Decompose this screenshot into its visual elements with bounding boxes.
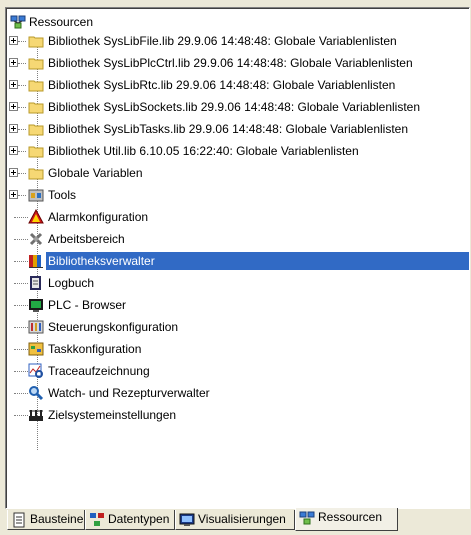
tree-item-zielsystemeinstellungen[interactable]: Zielsystemeinstellungen bbox=[6, 404, 469, 426]
tree-item-label: Zielsystemeinstellungen bbox=[48, 408, 177, 422]
folder-icon bbox=[28, 99, 44, 115]
tab-visualisierungen[interactable]: Visualisierungen bbox=[175, 510, 295, 530]
folder-icon bbox=[28, 77, 44, 93]
trace-icon bbox=[28, 363, 44, 379]
watch-magnifier-icon bbox=[28, 385, 44, 401]
folder-icon bbox=[28, 121, 44, 137]
task-config-icon bbox=[28, 341, 44, 357]
resources-tree[interactable]: Ressourcen Bibliothek SysLibFile.lib 29.… bbox=[5, 7, 470, 509]
alarm-icon bbox=[28, 208, 44, 225]
tree-item-label: Steuerungskonfiguration bbox=[48, 320, 179, 334]
tree-item-label: Bibliotheksverwalter bbox=[46, 252, 157, 270]
tree-item-label: Bibliothek SysLibRtc.lib 29.9.06 14:48:4… bbox=[48, 78, 396, 92]
resources-icon bbox=[10, 14, 26, 30]
pou-icon bbox=[11, 512, 27, 528]
tree-item-globale-variablen[interactable]: Globale Variablen bbox=[6, 162, 469, 184]
tree-item-label: Bibliothek SysLibSockets.lib 29.9.06 14:… bbox=[48, 100, 421, 114]
tree-item-label: Tools bbox=[48, 188, 77, 202]
tree-item-syslibrtc[interactable]: Bibliothek SysLibRtc.lib 29.9.06 14:48:4… bbox=[6, 74, 469, 96]
tree-item-util[interactable]: Bibliothek Util.lib 6.10.05 16:22:40: Gl… bbox=[6, 140, 469, 162]
expand-icon[interactable] bbox=[9, 168, 18, 177]
expand-icon[interactable] bbox=[9, 58, 18, 67]
tree-item-taskkonfiguration[interactable]: Taskkonfiguration bbox=[6, 338, 469, 360]
tools-icon bbox=[28, 187, 44, 203]
tree-item-label: Globale Variablen bbox=[48, 166, 143, 180]
tree-item-label: Alarmkonfiguration bbox=[48, 210, 149, 224]
tab-label: Visualisierungen bbox=[198, 512, 286, 526]
folder-icon bbox=[28, 165, 44, 181]
tree-item-bibliotheksverwalter[interactable]: Bibliotheksverwalter bbox=[6, 250, 469, 272]
resources-icon bbox=[299, 510, 315, 526]
workspace-icon bbox=[28, 231, 44, 247]
expand-icon[interactable] bbox=[9, 190, 18, 199]
target-settings-icon bbox=[28, 407, 44, 423]
tree-item-tools[interactable]: Tools bbox=[6, 184, 469, 206]
expand-icon[interactable] bbox=[9, 146, 18, 155]
library-manager-icon bbox=[28, 253, 44, 269]
folder-icon bbox=[28, 55, 44, 71]
visualization-icon bbox=[179, 512, 195, 528]
tree-item-label: Bibliothek SysLibFile.lib 29.9.06 14:48:… bbox=[48, 34, 397, 48]
expand-icon[interactable] bbox=[9, 36, 18, 45]
tree-item-label: Bibliothek SysLibTasks.lib 29.9.06 14:48… bbox=[48, 122, 408, 136]
tree-item-traceaufzeichnung[interactable]: Traceaufzeichnung bbox=[6, 360, 469, 382]
datatypes-icon bbox=[89, 512, 105, 528]
tab-bausteine[interactable]: Bausteine bbox=[7, 510, 85, 530]
expand-icon[interactable] bbox=[9, 124, 18, 133]
tree-item-label: Traceaufzeichnung bbox=[48, 364, 150, 378]
tab-datentypen[interactable]: Datentypen bbox=[85, 510, 175, 530]
tree-item-label: Logbuch bbox=[48, 276, 95, 290]
tree-item-syslibfile[interactable]: Bibliothek SysLibFile.lib 29.9.06 14:48:… bbox=[6, 30, 469, 52]
tree-item-label: Bibliothek Util.lib 6.10.05 16:22:40: Gl… bbox=[48, 144, 359, 158]
tree-item-arbeitsbereich[interactable]: Arbeitsbereich bbox=[6, 228, 469, 250]
expand-icon[interactable] bbox=[9, 80, 18, 89]
tab-ressourcen[interactable]: Ressourcen bbox=[295, 508, 398, 531]
tree-item-label: Bibliothek SysLibPlcCtrl.lib 29.9.06 14:… bbox=[48, 56, 413, 70]
tree-item-label: Arbeitsbereich bbox=[48, 232, 125, 246]
tree-item-plc-browser[interactable]: PLC - Browser bbox=[6, 294, 469, 316]
tree-item-steuerungskonfiguration[interactable]: Steuerungskonfiguration bbox=[6, 316, 469, 338]
tab-label: Bausteine bbox=[30, 512, 84, 526]
logbook-icon bbox=[28, 275, 44, 291]
folder-icon bbox=[28, 33, 44, 49]
tree-item-label: Watch- und Rezepturverwalter bbox=[48, 386, 210, 400]
tree-item-syslibtasks[interactable]: Bibliothek SysLibTasks.lib 29.9.06 14:48… bbox=[6, 118, 469, 140]
controller-config-icon bbox=[28, 319, 44, 335]
tree-item-alarmkonfiguration[interactable]: Alarmkonfiguration bbox=[6, 206, 469, 228]
tree-item-watch-rezepturverwalter[interactable]: Watch- und Rezepturverwalter bbox=[6, 382, 469, 404]
expand-icon[interactable] bbox=[9, 102, 18, 111]
object-tabs: Bausteine Datentypen Visualisierungen Re… bbox=[5, 508, 468, 532]
tree-item-syslibplcctrl[interactable]: Bibliothek SysLibPlcCtrl.lib 29.9.06 14:… bbox=[6, 52, 469, 74]
plc-browser-icon bbox=[28, 297, 44, 313]
tree-item-label: PLC - Browser bbox=[48, 298, 127, 312]
tab-label: Ressourcen bbox=[318, 510, 383, 524]
folder-icon bbox=[28, 143, 44, 159]
tree-item-syslibsockets[interactable]: Bibliothek SysLibSockets.lib 29.9.06 14:… bbox=[6, 96, 469, 118]
tree-item-label: Taskkonfiguration bbox=[48, 342, 142, 356]
tree-item-logbuch[interactable]: Logbuch bbox=[6, 272, 469, 294]
tab-label: Datentypen bbox=[108, 512, 170, 526]
tree-root-label: Ressourcen bbox=[29, 15, 94, 29]
